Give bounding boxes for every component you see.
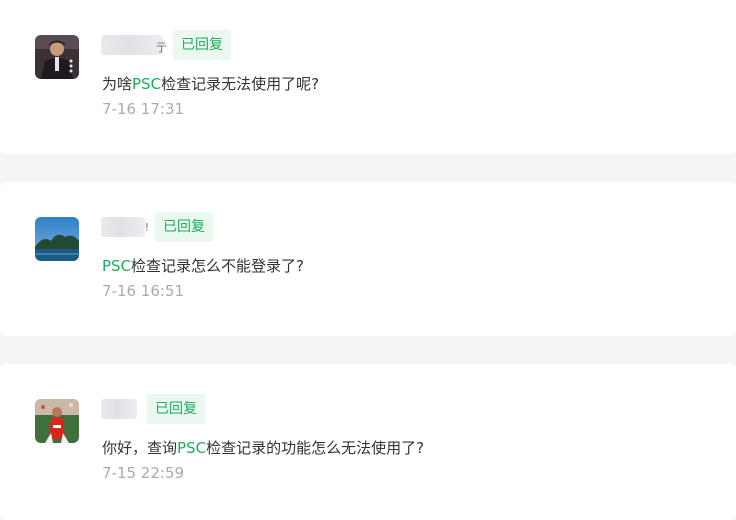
author-row: ! 已回复 [101, 212, 213, 242]
status-badge: 已回复 [173, 30, 231, 60]
comment-card: ! 已回复 PSC检查记录怎么不能登录了? 7-16 16:51 [0, 182, 736, 336]
avatar[interactable] [35, 35, 79, 79]
status-badge: 已回复 [155, 212, 213, 242]
comment-card: 已回复 你好，查询PSC检查记录的功能怎么无法使用了? 7-15 22:59 [0, 364, 736, 520]
keyword-highlight: PSC [177, 439, 207, 457]
comment-card: 亍 已回复 为啥PSC检查记录无法使用了呢? 7-16 17:31 [0, 0, 736, 154]
author-row: 亍 已回复 [101, 30, 231, 60]
author-name-masked: ! [101, 217, 149, 237]
comment-feed: 亍 已回复 为啥PSC检查记录无法使用了呢? 7-16 17:31 ! 已回复 … [0, 0, 736, 520]
status-badge: 已回复 [147, 394, 205, 424]
author-row: 已回复 [101, 394, 205, 424]
keyword-highlight: PSC [102, 257, 132, 275]
comment-timestamp: 7-16 17:31 [102, 100, 185, 118]
comment-timestamp: 7-16 16:51 [102, 282, 185, 300]
comment-text: 为啥PSC检查记录无法使用了呢? [102, 75, 320, 93]
comment-text: 你好，查询PSC检查记录的功能怎么无法使用了? [102, 439, 425, 457]
avatar[interactable] [35, 217, 79, 261]
keyword-highlight: PSC [132, 75, 162, 93]
author-name-masked [101, 399, 137, 419]
comment-timestamp: 7-15 22:59 [102, 464, 185, 482]
comment-text: PSC检查记录怎么不能登录了? [102, 257, 305, 275]
author-name-masked: 亍 [101, 35, 167, 55]
avatar[interactable] [35, 399, 79, 443]
